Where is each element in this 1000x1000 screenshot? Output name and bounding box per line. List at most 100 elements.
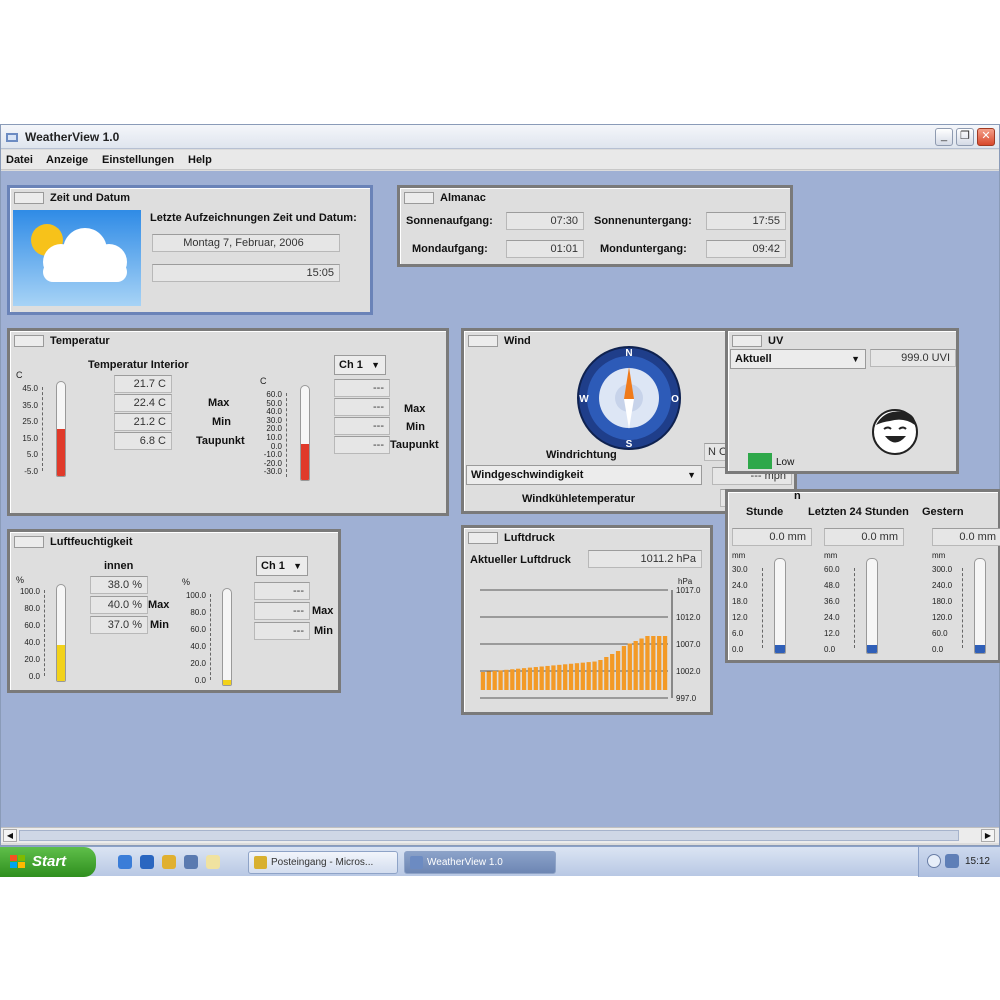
ch-current-field: --- [334,379,390,397]
gauge-fill [223,680,231,685]
ch-taupunkt-label: Taupunkt [390,439,439,451]
panel-title[interactable]: Luftfeuchtigkeit [14,534,133,550]
tick-label: 1012.0 [676,613,701,622]
panel-title[interactable]: Zeit und Datum [14,190,130,206]
scale-left: 45.0 35.0 25.0 15.0 5.0 -5.0 [14,385,38,485]
max-label: Max [208,397,230,409]
panel-tab [14,192,44,204]
taupunkt-label: Taupunkt [196,435,245,447]
task-weatherview[interactable]: WeatherView 1.0 [404,851,556,874]
network-icon[interactable] [927,854,941,868]
menu-einstellungen[interactable]: Einstellungen [102,154,174,166]
panel-title-text: Luftfeuchtigkeit [50,536,133,548]
moonset-label: Monduntergang: [600,243,687,255]
pressure-bar [657,636,662,690]
chevron-down-icon: ▼ [851,354,860,364]
moonrise-field: 01:01 [506,240,584,258]
tick-label: 48.0 [824,581,840,590]
panel-title-text: UV [768,335,784,347]
pressure-unit: hPa [678,577,693,586]
quicklaunch-app-icon[interactable] [184,855,198,869]
pressure-bar [568,663,574,690]
temp-min-field: 21.2 C [114,413,172,431]
tick-label: 60.0 [932,629,948,638]
pressure-bar [516,668,521,690]
tray-app-icon[interactable] [945,854,959,868]
tick-label: -30.0 [263,467,282,477]
task-posteingang[interactable]: Posteingang - Micros... [248,851,398,874]
app-window: WeatherView 1.0 _ ❐ ✕ Datei Anzeige Eins… [0,124,1000,846]
close-button[interactable]: ✕ [977,128,995,146]
tick-label: 100.0 [185,591,206,600]
panel-title[interactable]: UV [732,333,783,349]
scroll-thumb[interactable] [19,830,959,841]
humidity-current-field: 38.0 % [90,576,148,594]
uv-level-bar [748,453,772,469]
tick-label: 60.0 [24,621,40,630]
ch-min-label: Min [314,625,333,637]
wind-speed-select[interactable]: Windgeschwindigkeit ▼ [466,465,702,485]
quicklaunch-folder-icon[interactable] [162,855,176,869]
col-stunde-label: Stunde [746,506,784,518]
panel-title[interactable]: Wind [468,333,531,349]
minimize-button[interactable]: _ [935,128,953,146]
uv-mode-select[interactable]: Aktuell ▼ [730,349,866,369]
pressure-bar [645,636,650,690]
panel-title[interactable]: Almanac [404,190,486,206]
panel-title[interactable]: Luftdruck [468,530,555,546]
tick-label: 240.0 [932,581,953,590]
menu-datei[interactable]: Datei [6,154,33,166]
compass-o: O [671,394,679,405]
tick-label: 25.0 [22,417,38,427]
uv-mode-select-value: Aktuell [735,353,772,365]
col-gestern-label: Gestern [922,506,964,518]
tick-label: 60.0 [824,565,840,574]
tick-label: 45.0 [22,384,38,393]
tick-label: 35.0 [22,400,38,410]
current-pressure-label: Aktueller Luftdruck [470,554,571,566]
scroll-right-button[interactable]: ▶ [981,829,995,842]
pressure-bar [521,668,527,690]
channel-select-value: Ch 1 [261,560,285,572]
pressure-bar [580,662,585,690]
quicklaunch-desktop-icon[interactable] [206,855,220,869]
tick-label: 12.0 [732,613,748,622]
title-bar[interactable]: WeatherView 1.0 _ ❐ ✕ [1,125,999,149]
channel-select[interactable]: Ch 1 ▼ [334,355,386,375]
workspace: Zeit und Datum Letzte Aufzeichnungen Zei… [1,171,1000,827]
pressure-bar [651,636,656,690]
panel-title[interactable]: Temperatur [14,333,110,349]
quicklaunch-ie-icon[interactable] [118,855,132,869]
rain-yesterday-field: 0.0 mm [932,528,1000,546]
scroll-left-button[interactable]: ◀ [3,829,17,842]
ch-max-field: --- [334,398,390,416]
maximize-button[interactable]: ❐ [956,128,974,146]
panel-title-text: Almanac [440,192,486,204]
pressure-bar [615,651,621,690]
pressure-bar [633,641,638,690]
max-label: Max [148,599,170,611]
rain-gauge [974,558,986,654]
horizontal-scrollbar[interactable]: ◀ ▶ [1,827,999,843]
chevron-down-icon: ▼ [293,561,302,571]
channel-select-value: Ch 1 [339,359,363,371]
pressure-chart: 1017.0 1012.0 1007.0 1002.0 997.0 hPa [480,577,701,703]
menu-help[interactable]: Help [188,154,212,166]
panel-title-text: Luftdruck [504,532,555,544]
menu-anzeige[interactable]: Anzeige [46,154,88,166]
quicklaunch-browser-icon[interactable] [140,855,154,869]
tick-label: 40.0 [190,642,206,651]
app-icon [6,133,18,142]
panel-uv: UV Aktuell ▼ 999.0 UVI Low [725,328,959,474]
temp-current-field: 21.7 C [114,375,172,393]
pressure-bar [510,669,515,690]
unit-label: C [260,376,267,386]
scale-right: 60.0 50.0 40.0 30.0 20.0 10.0 0.0 -10.0 … [256,391,282,477]
channel-select[interactable]: Ch 1 ▼ [256,556,308,576]
tick-label: 40.0 [24,638,40,647]
chevron-down-icon: ▼ [687,470,696,480]
tick-label: 24.0 [732,581,748,590]
panel-luftdruck: Luftdruck Aktueller Luftdruck 1011.2 hPa… [461,525,713,715]
sunset-field: 17:55 [706,212,786,230]
start-button[interactable]: Start [0,847,96,877]
